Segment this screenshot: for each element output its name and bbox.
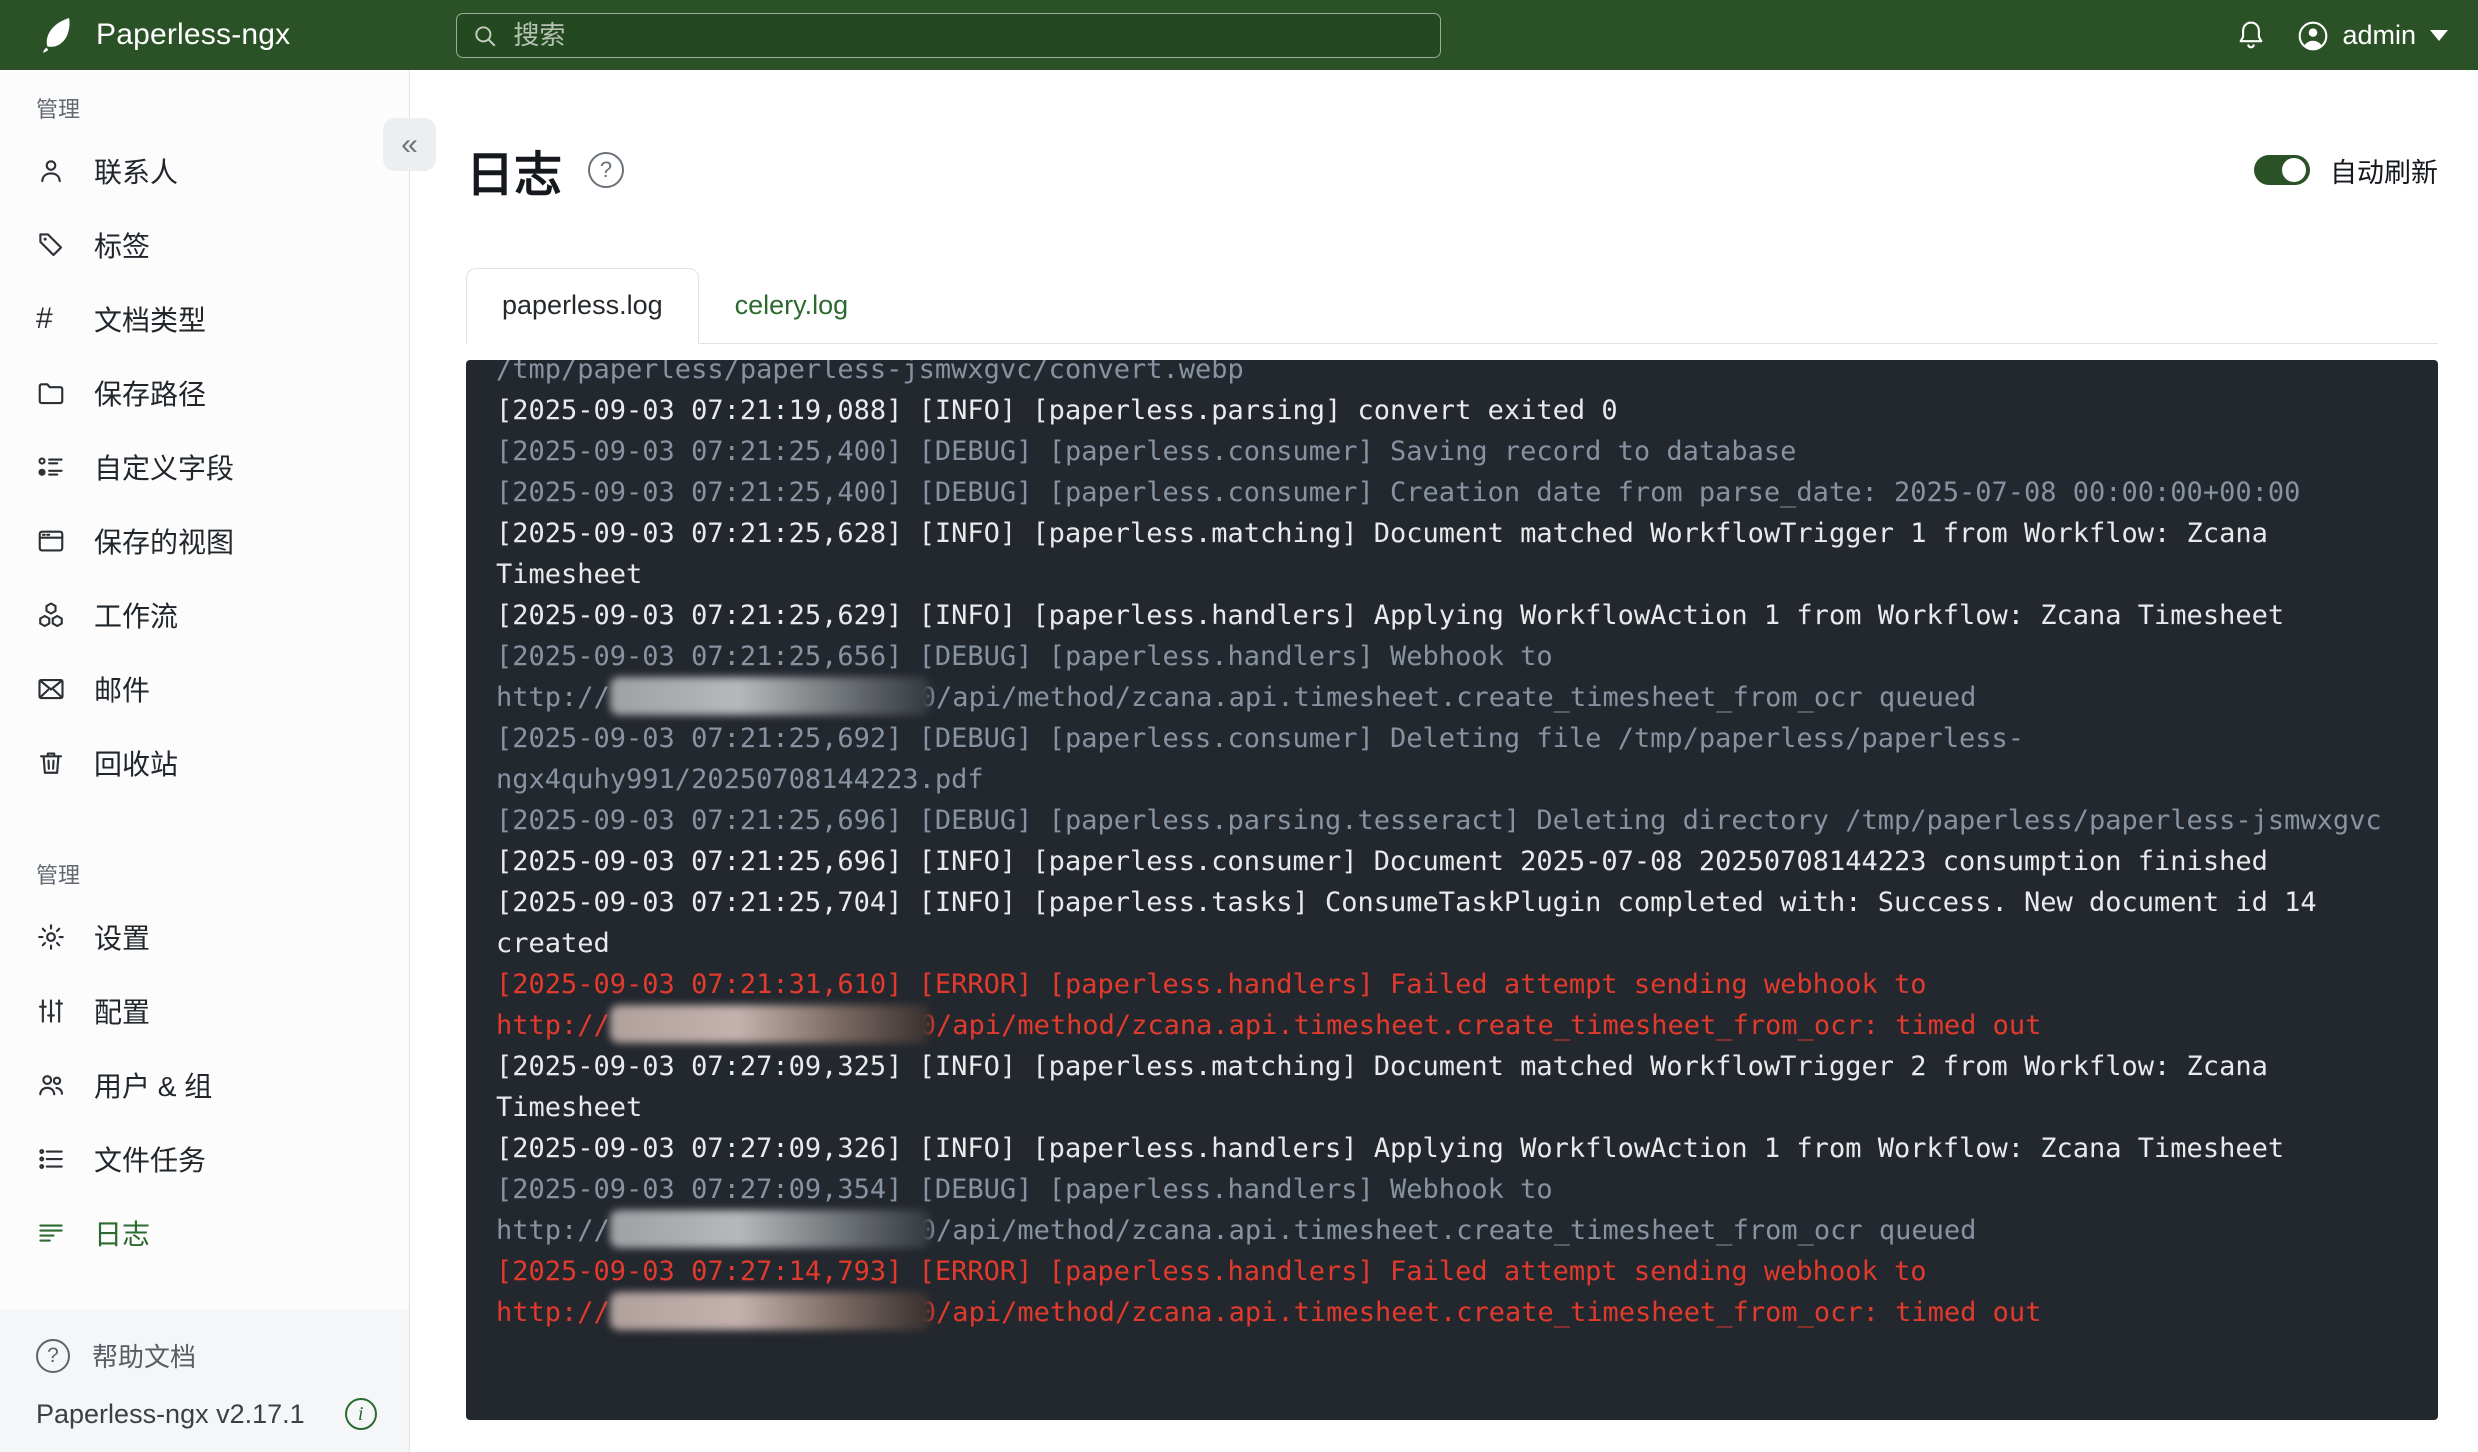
sidebar-item-label: 邮件 bbox=[94, 675, 151, 706]
person-icon bbox=[36, 156, 66, 186]
sidebar-item-label: 日志 bbox=[94, 1219, 151, 1250]
main-content: 日志 ? 自动刷新 paperless.log celery.log /tmp/p… bbox=[410, 70, 2478, 1452]
log-line: [2025-09-03 07:21:25,628] [INFO] [paperl… bbox=[496, 518, 2285, 590]
log-line: [2025-09-03 07:27:09,325] [INFO] [paperl… bbox=[496, 1051, 2285, 1123]
log-line: [2025-09-03 07:21:19,088] [INFO] [paperl… bbox=[496, 395, 1618, 426]
log-line: [2025-09-03 07:21:25,696] [INFO] [paperl… bbox=[496, 846, 2268, 877]
sidebar-item-configuration[interactable]: 配置 bbox=[0, 974, 409, 1048]
sidebar-item-label: 自定义字段 bbox=[94, 453, 235, 484]
sidebar-item-label: 设置 bbox=[94, 923, 151, 954]
sidebar-item-logs[interactable]: 日志 bbox=[0, 1196, 409, 1270]
gear-icon bbox=[36, 922, 66, 952]
log-tabs: paperless.log celery.log bbox=[466, 268, 2438, 344]
custom-fields-icon bbox=[36, 452, 66, 482]
tab-paperless-log[interactable]: paperless.log bbox=[466, 268, 699, 344]
sidebar-item-label: 联系人 bbox=[94, 157, 179, 188]
sidebar-item-label: 配置 bbox=[94, 997, 151, 1028]
leaf-logo-icon bbox=[36, 13, 80, 57]
log-line: [2025-09-03 07:21:25,656] [DEBUG] [paper… bbox=[496, 641, 1977, 715]
users-icon bbox=[36, 1070, 66, 1100]
logs-icon bbox=[36, 1218, 66, 1248]
workflow-icon bbox=[36, 600, 66, 630]
question-circle-icon: ? bbox=[36, 1338, 70, 1373]
tab-celery-log[interactable]: celery.log bbox=[699, 268, 885, 343]
tag-icon bbox=[36, 230, 66, 260]
help-docs-label: 帮助文档 bbox=[92, 1342, 197, 1372]
log-line: [2025-09-03 07:21:25,400] [DEBUG] [paper… bbox=[496, 436, 1797, 467]
autorefresh-toggle[interactable] bbox=[2254, 155, 2310, 185]
redacted-host bbox=[609, 1210, 930, 1248]
mail-icon bbox=[36, 674, 66, 704]
log-line: [2025-09-03 07:21:25,629] [INFO] [paperl… bbox=[496, 600, 2285, 631]
sidebar-item-label: 保存路径 bbox=[94, 379, 207, 410]
log-line: /tmp/paperless/paperless-jsmwxgvc/conver… bbox=[496, 360, 1244, 385]
redacted-host bbox=[609, 677, 930, 715]
sidebar-section-label: 管理 bbox=[36, 863, 81, 888]
page-title: 日志 bbox=[466, 149, 563, 202]
sidebar-item-label: 回收站 bbox=[94, 749, 179, 780]
log-line: [2025-09-03 07:21:31,610] [ERROR] [paper… bbox=[496, 969, 2042, 1043]
log-line: [2025-09-03 07:27:09,326] [INFO] [paperl… bbox=[496, 1133, 2285, 1164]
chevron-down-icon bbox=[2430, 29, 2448, 41]
sidebar-item-label: 用户 & 组 bbox=[94, 1071, 213, 1102]
sidebar-item-contacts[interactable]: 联系人 bbox=[0, 134, 409, 208]
notifications-bell-icon[interactable] bbox=[2234, 18, 2268, 52]
log-line: [2025-09-03 07:21:25,692] [DEBUG] [paper… bbox=[496, 723, 2025, 795]
app-version: Paperless-ngx v2.17.1 i bbox=[0, 1392, 409, 1436]
saved-views-icon bbox=[36, 526, 66, 556]
sidebar-item-label: 文件任务 bbox=[94, 1145, 207, 1176]
brand-title: Paperless-ngx bbox=[96, 18, 291, 51]
sidebar-item-label: 工作流 bbox=[94, 601, 179, 632]
sidebar-section-label: 管理 bbox=[36, 97, 81, 122]
sidebar-item-label: 文档类型 bbox=[94, 305, 207, 336]
sidebar-item-mail[interactable]: 邮件 bbox=[0, 652, 409, 726]
sidebar-collapse-button[interactable]: « bbox=[383, 118, 436, 171]
redacted-host bbox=[609, 1292, 930, 1330]
log-line: [2025-09-03 07:21:25,696] [DEBUG] [paper… bbox=[496, 805, 2382, 836]
autorefresh-label: 自动刷新 bbox=[2330, 157, 2438, 188]
sidebar-item-settings[interactable]: 设置 bbox=[0, 900, 409, 974]
brand[interactable]: Paperless-ngx bbox=[36, 13, 290, 57]
sidebar-item-label: 标签 bbox=[94, 231, 151, 262]
version-label: Paperless-ngx v2.17.1 bbox=[36, 1398, 305, 1429]
sidebar-item-custom-fields[interactable]: 自定义字段 bbox=[0, 430, 409, 504]
sidebar-footer: ? 帮助文档 Paperless-ngx v2.17.1 i bbox=[0, 1309, 409, 1452]
sidebar-item-trash[interactable]: 回收站 bbox=[0, 726, 409, 800]
folder-icon bbox=[36, 378, 66, 408]
global-search bbox=[456, 12, 1442, 58]
user-menu[interactable]: admin bbox=[2296, 18, 2448, 52]
sliders-icon bbox=[36, 996, 66, 1026]
username-label: admin bbox=[2342, 19, 2416, 50]
sidebar-item-users-groups[interactable]: 用户 & 组 bbox=[0, 1048, 409, 1122]
sidebar-item-file-tasks[interactable]: 文件任务 bbox=[0, 1122, 409, 1196]
search-input[interactable] bbox=[456, 12, 1442, 58]
trash-icon bbox=[36, 748, 66, 778]
sidebar-item-workflows[interactable]: 工作流 bbox=[0, 578, 409, 652]
sidebar-item-storage-paths[interactable]: 保存路径 bbox=[0, 356, 409, 430]
sidebar-item-label: 保存的视图 bbox=[94, 527, 235, 558]
sidebar: « 管理 联系人 标签 # 文档类型 保存路径 自定义字段 保存的视图 工作流 邮件 回收站 管理 设置… bbox=[0, 70, 436, 1452]
user-avatar-icon bbox=[2296, 18, 2330, 52]
sidebar-item-saved-views[interactable]: 保存的视图 bbox=[0, 504, 409, 578]
log-line: [2025-09-03 07:27:09,354] [DEBUG] [paper… bbox=[496, 1174, 1977, 1248]
hash-icon: # bbox=[36, 302, 53, 335]
app-header: Paperless-ngx admin bbox=[0, 0, 2478, 70]
sidebar-item-tags[interactable]: 标签 bbox=[0, 208, 409, 282]
log-line: [2025-09-03 07:27:14,793] [ERROR] [paper… bbox=[496, 1256, 2042, 1330]
search-icon bbox=[472, 23, 498, 49]
sidebar-item-help-docs[interactable]: ? 帮助文档 bbox=[0, 1325, 409, 1392]
sidebar-item-document-types[interactable]: # 文档类型 bbox=[0, 282, 409, 356]
info-circle-icon[interactable]: i bbox=[344, 1398, 377, 1430]
log-console[interactable]: /tmp/paperless/paperless-jsmwxgvc/conver… bbox=[466, 360, 2438, 1420]
title-help-icon[interactable]: ? bbox=[588, 152, 625, 188]
tasks-icon bbox=[36, 1144, 66, 1174]
log-line: [2025-09-03 07:21:25,400] [DEBUG] [paper… bbox=[496, 477, 2301, 508]
log-line: [2025-09-03 07:21:25,704] [INFO] [paperl… bbox=[496, 887, 2333, 959]
redacted-host bbox=[609, 1005, 930, 1043]
